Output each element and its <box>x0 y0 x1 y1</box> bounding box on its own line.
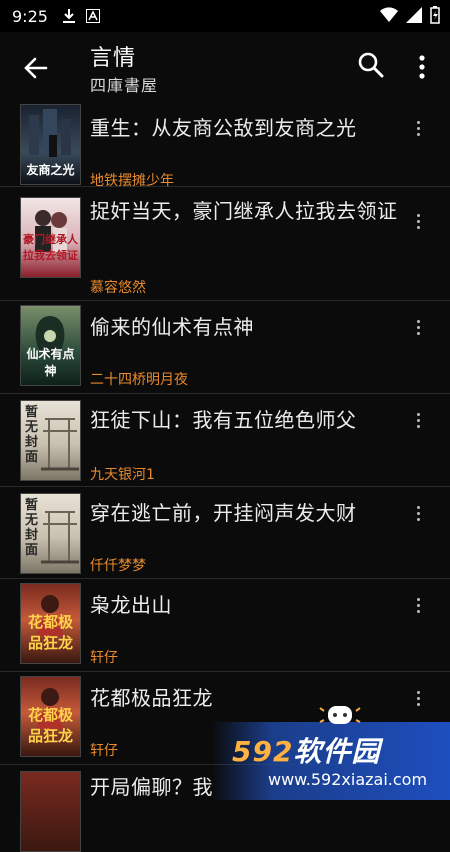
watermark-url: www.592xiazai.com <box>268 770 428 789</box>
book-item[interactable]: 暂无封面 狂徒下山：我有五位绝色师父 九天银河1 <box>0 394 450 487</box>
status-time: 9:25 <box>12 6 48 26</box>
book-cover: 友商之光 <box>20 104 81 185</box>
book-author: 仟仟梦梦 <box>90 558 146 574</box>
cover-title: 豪门继承人拉我去领证 <box>23 233 78 262</box>
book-title: 枭龙出山 <box>90 593 172 617</box>
book-title: 偷来的仙术有点神 <box>90 315 254 339</box>
item-more-icon[interactable] <box>410 688 426 712</box>
cover-title: 友商之光 <box>26 163 75 177</box>
book-title: 穿在逃亡前，开挂闷声发大财 <box>90 501 357 525</box>
book-item[interactable]: 豪门继承人拉我去领证 捉奸当天，豪门继承人拉我去领证 慕容悠然 <box>0 187 450 301</box>
search-icon[interactable] <box>356 50 386 80</box>
book-cover: 暂无封面 <box>20 493 81 574</box>
book-title: 捉奸当天，豪门继承人拉我去领证 <box>90 199 398 223</box>
book-title: 狂徒下山：我有五位绝色师父 <box>90 408 357 432</box>
item-more-icon[interactable] <box>410 595 426 619</box>
app-bar: 言情 四庫書屋 <box>0 32 450 102</box>
font-a-icon <box>85 9 100 23</box>
book-cover <box>20 771 81 852</box>
download-icon <box>62 9 75 23</box>
item-more-icon[interactable] <box>410 118 426 142</box>
book-item[interactable]: 花都极品狂龙 枭龙出山 轩仔 <box>0 579 450 672</box>
book-author: 轩仔 <box>90 650 118 666</box>
book-list: 友商之光 重生：从友商公敌到友商之光 地铁摆摊少年 豪门继承人拉我去领证 捉奸当… <box>0 102 450 852</box>
book-cover: 仙术有点神 <box>20 305 81 386</box>
book-item[interactable]: 暂无封面 穿在逃亡前，开挂闷声发大财 仟仟梦梦 <box>0 487 450 579</box>
item-more-icon[interactable] <box>410 410 426 434</box>
watermark-brand: 592软件园 <box>232 735 381 768</box>
cover-title: 花都极品狂龙 <box>27 613 73 652</box>
page-subtitle: 四庫書屋 <box>90 76 159 95</box>
cover-placeholder-text: 暂无封面 <box>25 405 39 465</box>
book-author: 轩仔 <box>90 743 118 759</box>
cover-placeholder-text: 暂无封面 <box>25 498 39 558</box>
book-cover: 豪门继承人拉我去领证 <box>20 197 81 278</box>
gamepad-mascot-icon <box>319 706 361 724</box>
book-cover: 花都极品狂龙 <box>20 676 81 757</box>
item-more-icon[interactable] <box>410 317 426 341</box>
book-cover: 暂无封面 <box>20 400 81 481</box>
item-more-icon[interactable] <box>410 211 426 235</box>
book-item[interactable]: 仙术有点神 偷来的仙术有点神 二十四桥明月夜 <box>0 301 450 394</box>
book-author: 二十四桥明月夜 <box>90 372 188 388</box>
cover-title: 仙术有点神 <box>26 347 75 378</box>
book-cover: 花都极品狂龙 <box>20 583 81 664</box>
book-author: 九天银河1 <box>90 467 155 483</box>
item-more-icon[interactable] <box>410 503 426 527</box>
cover-title: 花都极品狂龙 <box>27 706 73 745</box>
book-item[interactable]: 友商之光 重生：从友商公敌到友商之光 地铁摆摊少年 <box>0 102 450 189</box>
page-title: 言情 <box>90 46 137 71</box>
book-title: 花都极品狂龙 <box>90 686 213 710</box>
battery-icon <box>430 6 440 24</box>
back-arrow-icon[interactable] <box>20 52 52 84</box>
more-vert-icon[interactable] <box>410 52 434 82</box>
status-bar: 9:25 <box>0 0 450 32</box>
book-author: 慕容悠然 <box>90 280 146 296</box>
signal-icon <box>406 7 422 23</box>
book-title: 重生：从友商公敌到友商之光 <box>90 116 357 140</box>
wifi-icon <box>380 7 398 23</box>
